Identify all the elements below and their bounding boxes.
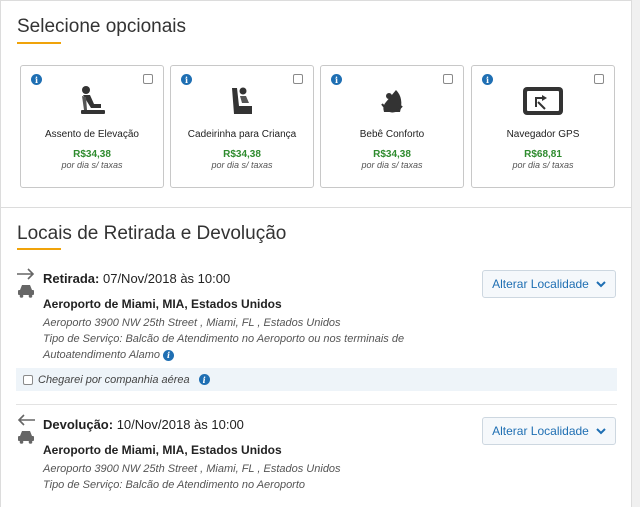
optional-price-note: por dia s/ taxas [211,160,273,170]
dropoff-details: Aeroporto 3900 NW 25th Street , Miami, F… [43,461,423,493]
optional-checkbox[interactable] [443,74,453,84]
optional-checkbox[interactable] [293,74,303,84]
dropoff-label: Devolução: [43,417,114,432]
airline-arrival-row[interactable]: Chegarei por companhia aérea i [16,368,617,391]
optional-price: R$34,38 [73,149,111,160]
info-icon[interactable]: i [198,374,210,385]
pickup-datetime: 07/Nov/2018 às 10:00 [102,271,231,286]
divider [16,404,617,405]
gps-icon [472,84,614,120]
pickup-place: Aeroporto de Miami, MIA, Estados Unidos [43,297,282,311]
dropoff-heading: Devolução: 10/Nov/2018 às 10:00 [43,417,244,432]
pickup-service-text: Tipo de Serviço: Balcão de Atendimento n… [43,333,405,361]
optional-card-infant-seat[interactable]: i Bebê Conforto R$34,38 por dia s/ taxas [320,65,464,188]
dropoff-place: Aeroporto de Miami, MIA, Estados Unidos [43,443,282,457]
optional-card-child-seat[interactable]: i Cadeirinha para Criança R$34,38 por di… [170,65,314,188]
optional-price: R$34,38 [373,149,411,160]
optional-price: R$68,81 [524,149,562,160]
arrow-right-icon [16,268,36,283]
optional-name: Cadeirinha para Criança [187,129,297,140]
optional-name: Assento de Elevação [45,129,139,140]
pickup-heading: Retirada: 07/Nov/2018 às 10:00 [43,271,230,286]
arrow-left-icon [16,414,36,429]
pickup-service-type: Tipo de Serviço: Balcão de Atendimento n… [43,331,423,363]
button-label: Alterar Localidade [492,424,589,438]
optional-checkbox[interactable] [594,74,604,84]
car-icon [17,284,35,301]
optionals-section: Selecione opcionais i Assento de Elevaçã… [0,0,632,208]
change-pickup-location-button[interactable]: Alterar Localidade [482,270,616,298]
button-label: Alterar Localidade [492,277,589,291]
optional-price-note: por dia s/ taxas [512,160,574,170]
optional-checkbox[interactable] [143,74,153,84]
optional-price: R$34,38 [223,149,261,160]
dropoff-datetime: 10/Nov/2018 às 10:00 [116,417,244,432]
optionals-title: Selecione opcionais [17,16,187,37]
child-seat-icon [171,84,313,120]
optional-price-note: por dia s/ taxas [361,160,423,170]
optional-price-note: por dia s/ taxas [61,160,123,170]
infant-seat-icon [321,84,463,120]
optional-name: Navegador GPS [506,129,580,140]
title-underline [17,248,61,250]
car-icon [17,430,35,447]
info-icon[interactable]: i [163,349,175,361]
pickup-address: Aeroporto 3900 NW 25th Street , Miami, F… [43,317,341,329]
change-dropoff-location-button[interactable]: Alterar Localidade [482,417,616,445]
chevron-down-icon [596,277,606,291]
chevron-down-icon [596,424,606,438]
dropoff-address: Aeroporto 3900 NW 25th Street , Miami, F… [43,463,341,475]
airline-arrival-label: Chegarei por companhia aérea [38,373,190,386]
optional-card-gps[interactable]: i Navegador GPS R$68,81 por dia s/ taxas [471,65,615,188]
title-underline [17,42,61,44]
dropoff-service-type: Tipo de Serviço: Balcão de Atendimento n… [43,479,306,491]
airline-arrival-checkbox[interactable] [23,374,33,385]
locations-title: Locais de Retirada e Devolução [17,223,287,244]
booster-seat-icon [21,84,163,120]
pickup-label: Retirada: [43,271,100,286]
optional-name: Bebê Conforto [359,129,425,140]
optional-card-booster-seat[interactable]: i Assento de Elevação R$34,38 por dia s/… [20,65,164,188]
pickup-details: Aeroporto 3900 NW 25th Street , Miami, F… [43,315,423,363]
